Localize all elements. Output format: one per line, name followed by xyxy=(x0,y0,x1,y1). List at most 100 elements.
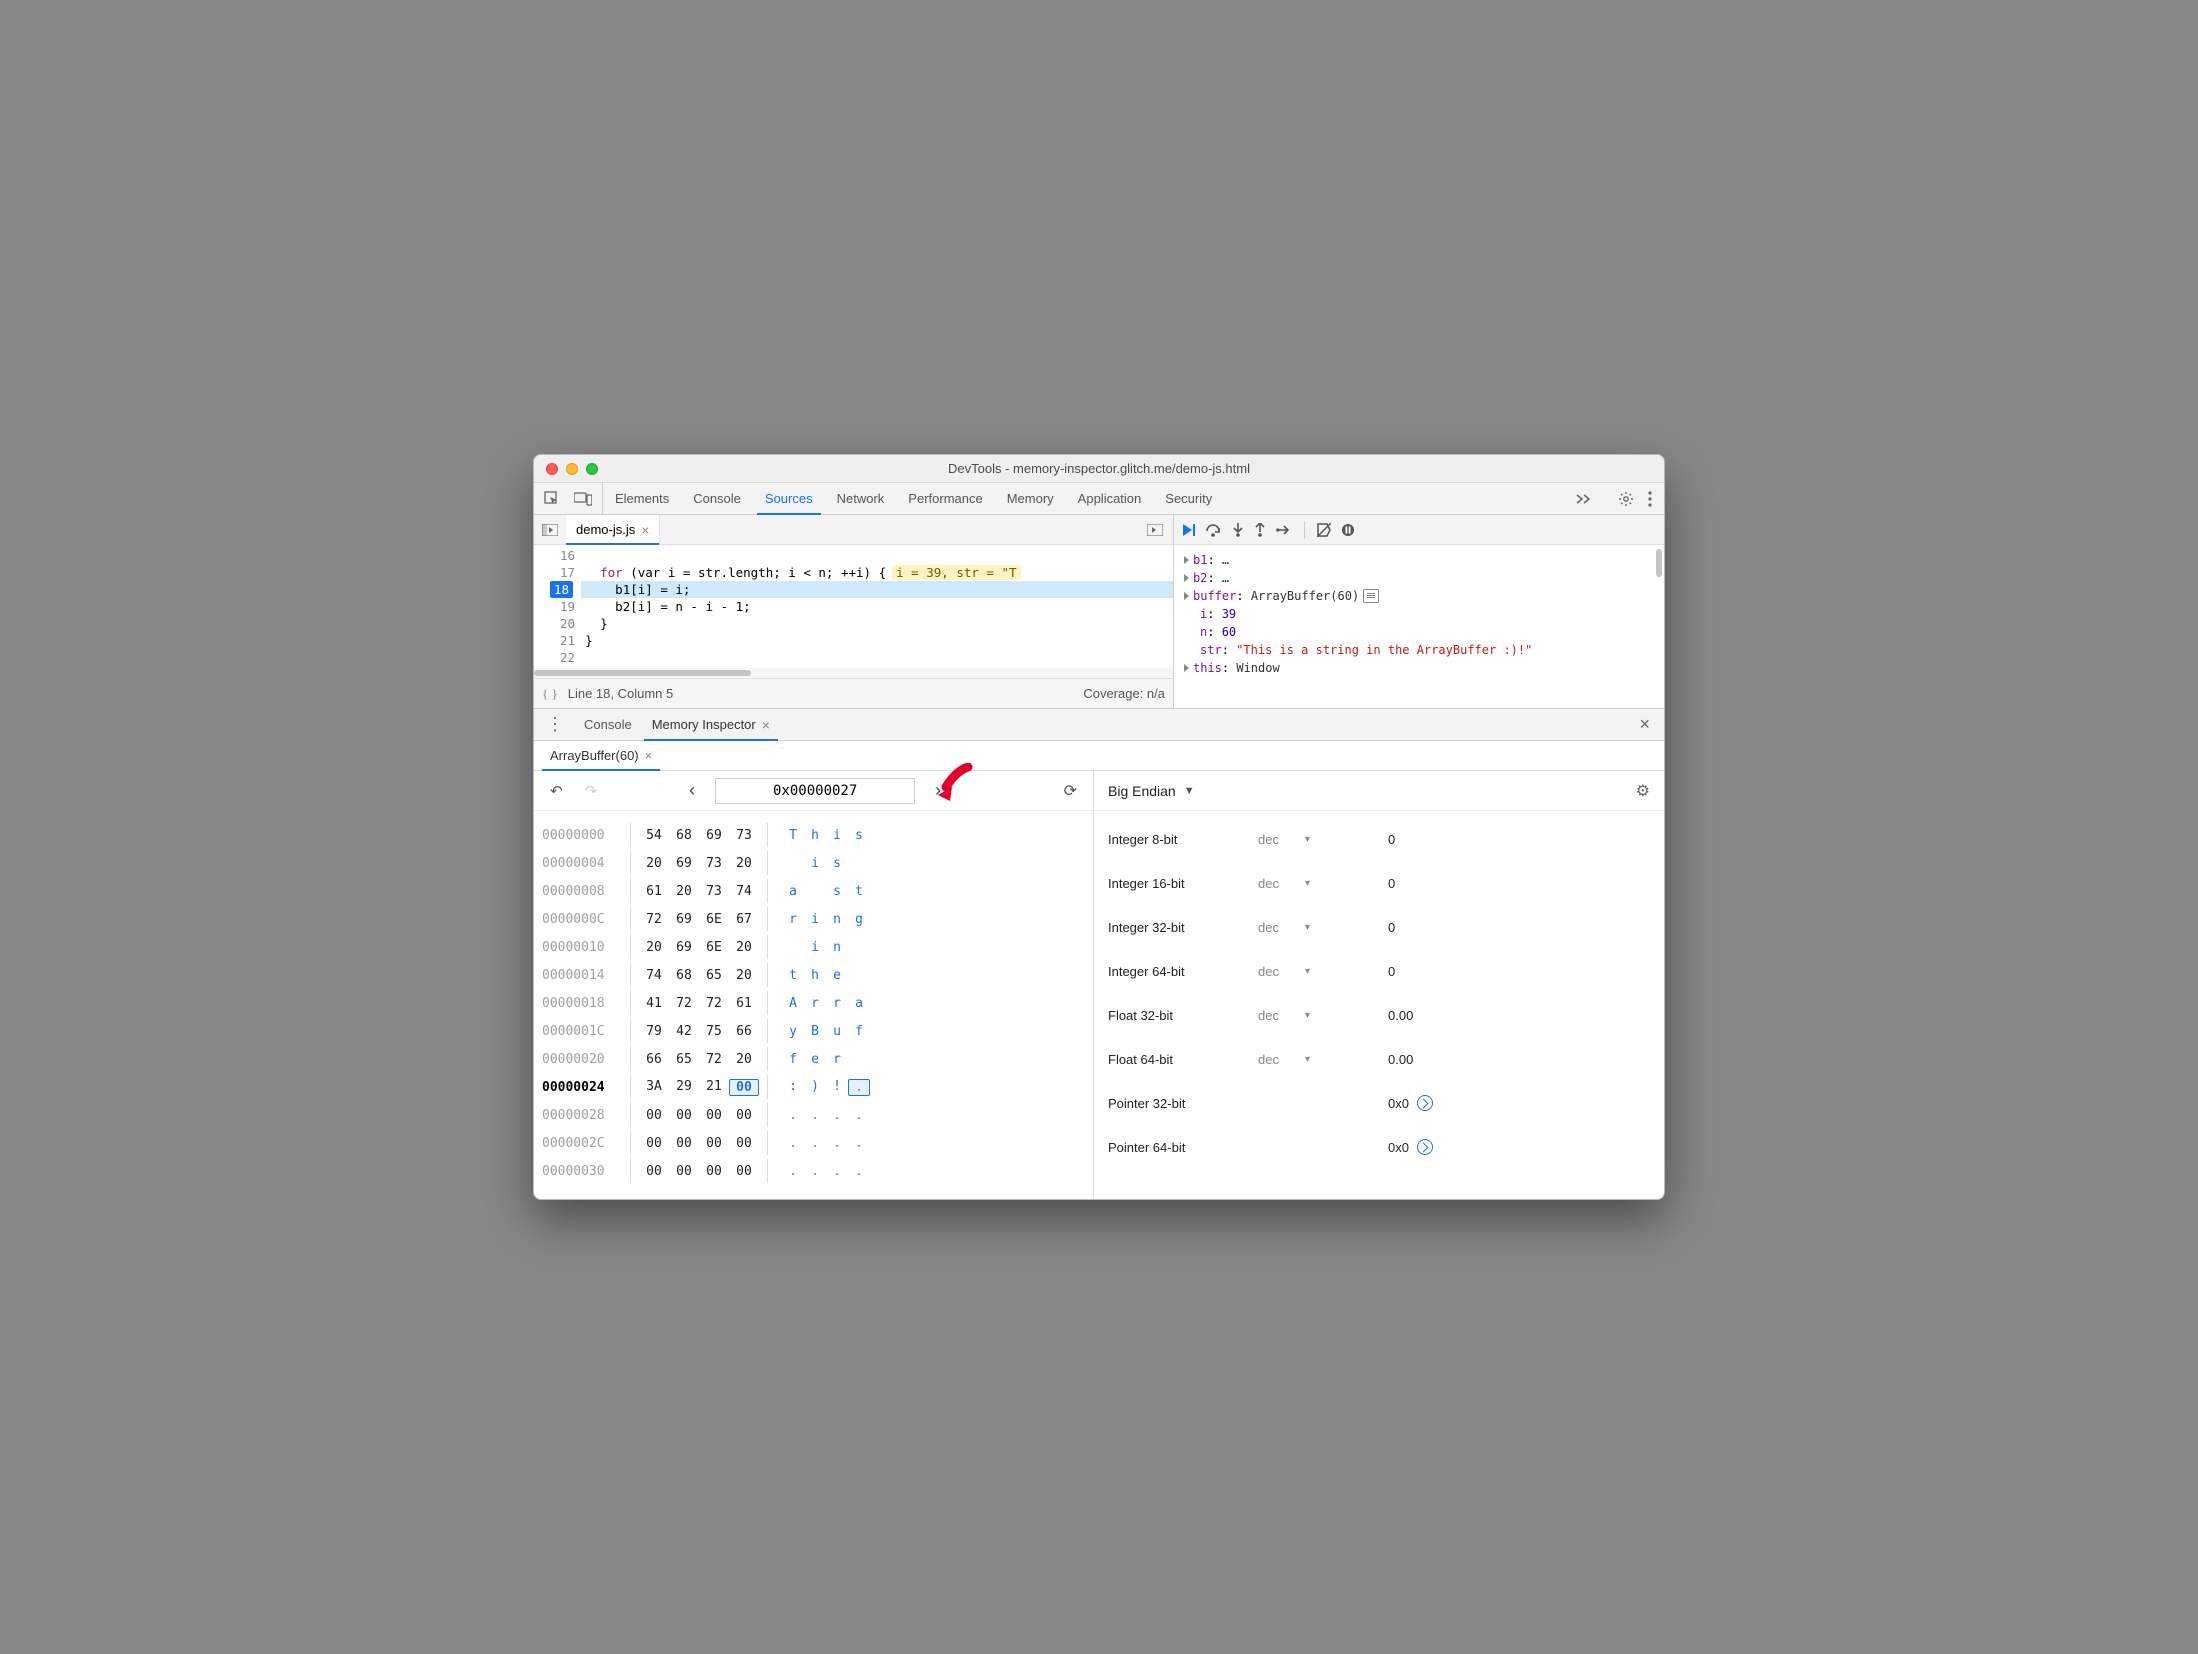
hex-row[interactable]: 0000000054686973This xyxy=(542,821,1085,849)
deactivate-breakpoints-button[interactable] xyxy=(1317,523,1331,537)
ascii-char[interactable] xyxy=(848,1052,870,1067)
ascii-char[interactable] xyxy=(848,968,870,983)
pause-on-exceptions-button[interactable] xyxy=(1341,523,1355,537)
jump-to-address-icon[interactable] xyxy=(1417,1139,1433,1155)
history-forward-button[interactable]: ↷ xyxy=(579,778,604,804)
tab-network[interactable]: Network xyxy=(825,483,897,514)
hex-byte[interactable]: 69 xyxy=(699,828,729,843)
ascii-char[interactable]: e xyxy=(804,1052,826,1067)
hex-row[interactable]: 0000001841727261Arra xyxy=(542,989,1085,1017)
step-over-button[interactable] xyxy=(1206,523,1222,537)
hex-byte[interactable]: 00 xyxy=(729,1136,759,1151)
ascii-char[interactable]: A xyxy=(782,996,804,1011)
hex-byte[interactable]: 20 xyxy=(669,884,699,899)
hex-byte[interactable]: 20 xyxy=(729,1052,759,1067)
value-encoding-select[interactable]: dec▾ xyxy=(1258,876,1388,891)
hex-byte[interactable]: 68 xyxy=(669,968,699,983)
hex-row[interactable]: 0000000861207374a st xyxy=(542,877,1085,905)
hex-byte[interactable]: 61 xyxy=(729,996,759,1011)
hex-byte[interactable]: 61 xyxy=(639,884,669,899)
drawer-tab-console[interactable]: Console xyxy=(574,709,642,740)
ascii-char[interactable]: e xyxy=(826,968,848,983)
hex-row[interactable]: 0000000420697320 is xyxy=(542,849,1085,877)
ascii-char[interactable]: n xyxy=(826,912,848,927)
ascii-char[interactable]: f xyxy=(782,1052,804,1067)
ascii-char[interactable] xyxy=(782,856,804,871)
endianness-select[interactable]: Big Endian xyxy=(1108,783,1176,799)
ascii-char[interactable]: . xyxy=(804,1108,826,1123)
ascii-char[interactable]: s xyxy=(848,828,870,843)
hex-byte[interactable]: 73 xyxy=(699,884,729,899)
tab-console[interactable]: Console xyxy=(681,483,753,514)
ascii-char[interactable]: . xyxy=(782,1108,804,1123)
hex-byte[interactable]: 20 xyxy=(639,856,669,871)
hex-byte[interactable]: 65 xyxy=(699,968,729,983)
tab-performance[interactable]: Performance xyxy=(896,483,994,514)
ascii-char[interactable] xyxy=(804,884,826,899)
ascii-char[interactable]: i xyxy=(804,940,826,955)
ascii-char[interactable]: r xyxy=(804,996,826,1011)
hex-byte[interactable]: 74 xyxy=(729,884,759,899)
hex-byte[interactable]: 69 xyxy=(669,856,699,871)
ascii-char[interactable]: . xyxy=(782,1136,804,1151)
hex-byte[interactable]: 69 xyxy=(669,940,699,955)
ascii-char[interactable]: h xyxy=(804,968,826,983)
hex-byte[interactable]: 00 xyxy=(699,1108,729,1123)
hex-byte[interactable]: 20 xyxy=(639,940,669,955)
hex-byte[interactable]: 6E xyxy=(699,940,729,955)
hex-byte[interactable]: 72 xyxy=(699,1052,729,1067)
ascii-char[interactable]: . xyxy=(848,1079,870,1096)
resume-button[interactable] xyxy=(1182,523,1196,537)
history-back-button[interactable]: ↶ xyxy=(544,778,569,804)
value-encoding-select[interactable]: dec▾ xyxy=(1258,1052,1388,1067)
hex-row[interactable]: 0000002066657220fer xyxy=(542,1045,1085,1073)
hex-row[interactable]: 000000243A292100:)!. xyxy=(542,1073,1085,1101)
hex-byte[interactable]: 00 xyxy=(639,1164,669,1179)
scope-panel[interactable]: b1: … b2: … buffer: ArrayBuffer(60) i: 3… xyxy=(1174,545,1664,708)
hex-byte[interactable]: 72 xyxy=(699,996,729,1011)
ascii-char[interactable]: ! xyxy=(826,1079,848,1096)
jump-to-address-icon[interactable] xyxy=(1417,1095,1433,1111)
hex-byte[interactable]: 72 xyxy=(669,996,699,1011)
ascii-char[interactable]: n xyxy=(826,940,848,955)
hex-row[interactable]: 0000000C72696E67ring xyxy=(542,905,1085,933)
refresh-button[interactable]: ⟳ xyxy=(1058,777,1083,805)
tab-memory[interactable]: Memory xyxy=(995,483,1066,514)
hex-byte[interactable]: 66 xyxy=(639,1052,669,1067)
value-encoding-select[interactable]: dec▾ xyxy=(1258,832,1388,847)
close-file-icon[interactable]: × xyxy=(641,522,649,538)
value-encoding-select[interactable]: dec▾ xyxy=(1258,920,1388,935)
hex-byte[interactable]: 00 xyxy=(639,1108,669,1123)
ascii-char[interactable]: i xyxy=(804,912,826,927)
file-tab-demo-js[interactable]: demo-js.js × xyxy=(566,515,660,544)
hex-byte[interactable]: 74 xyxy=(639,968,669,983)
ascii-char[interactable]: . xyxy=(804,1136,826,1151)
hex-row[interactable]: 0000001474686520the xyxy=(542,961,1085,989)
hex-byte[interactable]: 66 xyxy=(729,1024,759,1039)
hex-byte[interactable]: 73 xyxy=(699,856,729,871)
ascii-char[interactable]: f xyxy=(848,1024,870,1039)
hex-byte[interactable]: 72 xyxy=(639,912,669,927)
hex-byte[interactable]: 73 xyxy=(729,828,759,843)
ascii-char[interactable]: . xyxy=(848,1136,870,1151)
ascii-char[interactable]: r xyxy=(782,912,804,927)
debugger-pane-toggle-icon[interactable] xyxy=(1137,524,1173,536)
hex-byte[interactable]: 21 xyxy=(699,1079,729,1096)
ascii-char[interactable]: g xyxy=(848,912,870,927)
hex-byte[interactable]: 20 xyxy=(729,856,759,871)
ascii-char[interactable] xyxy=(782,940,804,955)
ascii-char[interactable]: . xyxy=(826,1108,848,1123)
page-prev-button[interactable]: ‹ xyxy=(683,776,701,805)
more-tabs-icon[interactable] xyxy=(1564,494,1606,504)
hex-byte[interactable]: 29 xyxy=(669,1079,699,1096)
hex-byte[interactable]: 68 xyxy=(669,828,699,843)
ascii-char[interactable]: . xyxy=(848,1164,870,1179)
step-out-button[interactable] xyxy=(1254,523,1266,537)
reveal-in-memory-inspector-icon[interactable] xyxy=(1363,589,1379,603)
code-editor[interactable]: 16171819202122 for (var i = str.length; … xyxy=(534,545,1173,668)
ascii-char[interactable]: T xyxy=(782,828,804,843)
memory-inspector-buffer-tab[interactable]: ArrayBuffer(60) × xyxy=(540,741,662,770)
navigator-toggle-icon[interactable] xyxy=(534,524,566,536)
value-encoding-select[interactable]: dec▾ xyxy=(1258,964,1388,979)
ascii-char[interactable]: h xyxy=(804,828,826,843)
